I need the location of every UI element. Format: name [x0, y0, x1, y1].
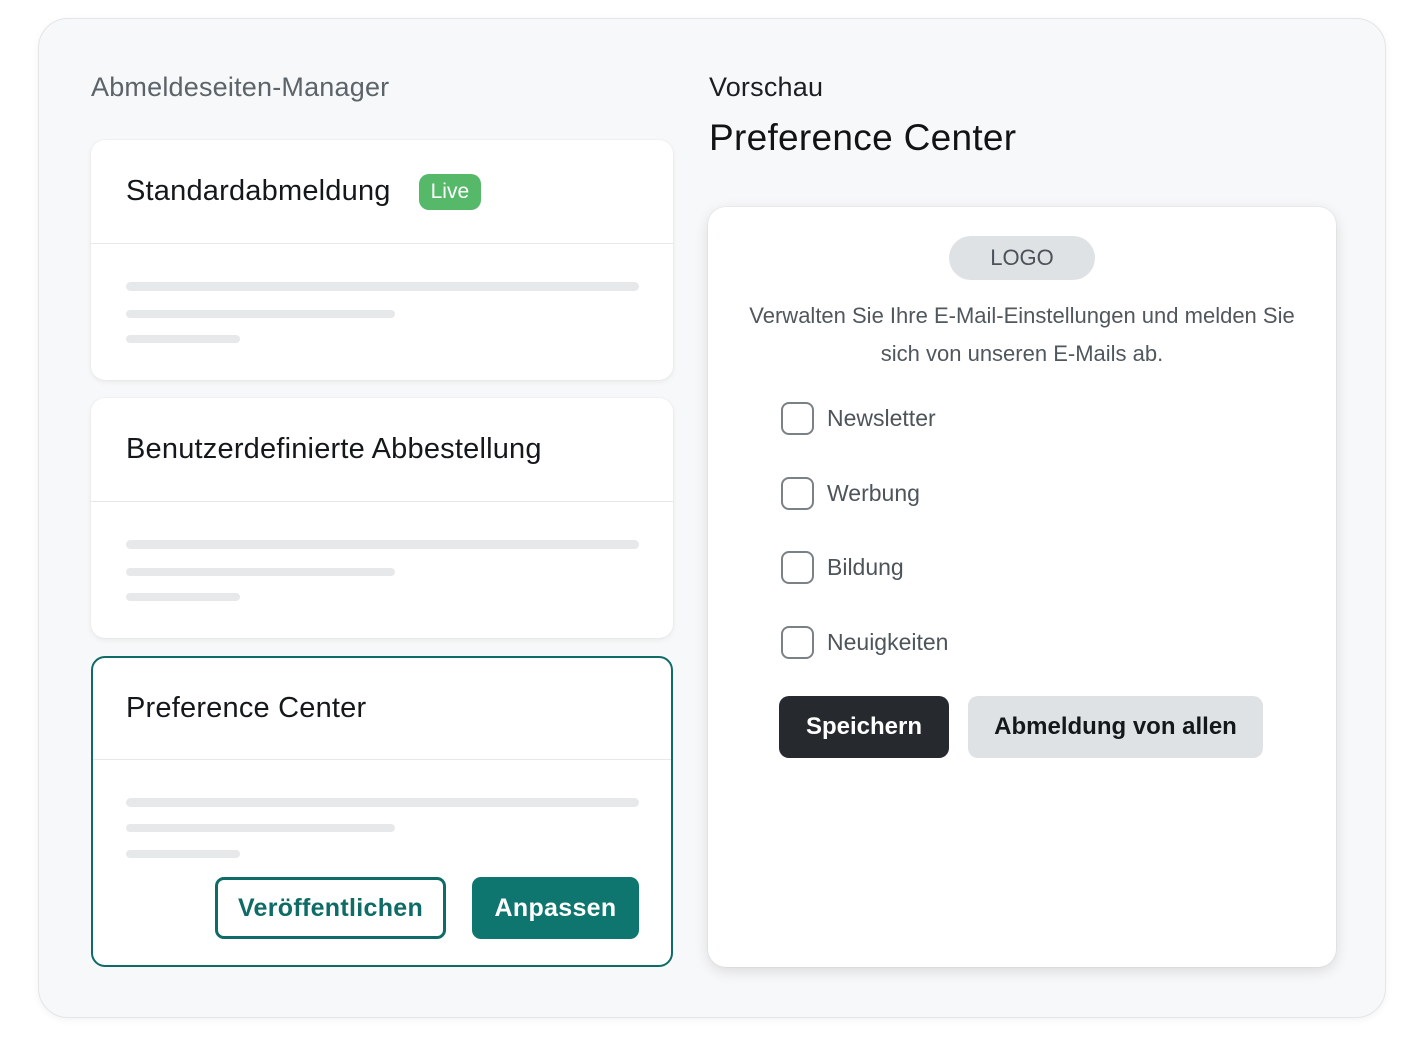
card-title: Standardabmeldung [126, 175, 391, 207]
unsubscribe-all-button[interactable]: Abmeldung von allen [968, 696, 1263, 758]
preview-title: Preference Center [709, 117, 1017, 158]
checkbox[interactable] [781, 477, 814, 510]
option-label: Newsletter [827, 405, 936, 431]
option-werbung[interactable]: Werbung [781, 477, 920, 510]
placeholder-line [126, 798, 639, 807]
card-header: Benutzerdefinierte Abbestellung [91, 398, 673, 502]
page-card-standard[interactable]: Standardabmeldung Live [91, 140, 673, 380]
publish-button[interactable]: Veröffentlichen [215, 877, 446, 939]
placeholder-line [126, 593, 240, 601]
placeholder-line [126, 824, 395, 832]
page-card-preference-center[interactable]: Preference Center Veröffentlichen Anpass… [91, 656, 673, 967]
save-button[interactable]: Speichern [779, 696, 949, 758]
placeholder-line [126, 282, 639, 291]
placeholder-line [126, 310, 395, 318]
logo-placeholder: LOGO [949, 236, 1095, 280]
placeholder-line [126, 540, 639, 549]
card-header: Standardabmeldung Live [91, 140, 673, 244]
preview-description: Verwalten Sie Ihre E-Mail-Einstellungen … [749, 303, 1295, 366]
page-card-custom[interactable]: Benutzerdefinierte Abbestellung [91, 398, 673, 638]
option-label: Neuigkeiten [827, 629, 949, 655]
app-frame: Abmeldeseiten-Manager Standardabmeldung … [38, 18, 1386, 1018]
card-title: Preference Center [126, 692, 367, 724]
option-label: Bildung [827, 554, 904, 580]
placeholder-line [126, 850, 240, 858]
preview-panel: LOGO Verwalten Sie Ihre E-Mail-Einstellu… [708, 207, 1336, 967]
customize-button[interactable]: Anpassen [472, 877, 639, 939]
placeholder-line [126, 568, 395, 576]
checkbox[interactable] [781, 551, 814, 584]
option-newsletter[interactable]: Newsletter [781, 402, 936, 435]
option-label: Werbung [827, 480, 920, 506]
placeholder-line [126, 335, 240, 343]
preview-section-label: Vorschau [709, 72, 824, 102]
card-header: Preference Center [93, 658, 671, 760]
card-title: Benutzerdefinierte Abbestellung [126, 433, 542, 465]
checkbox[interactable] [781, 626, 814, 659]
option-bildung[interactable]: Bildung [781, 551, 904, 584]
checkbox[interactable] [781, 402, 814, 435]
option-neuigkeiten[interactable]: Neuigkeiten [781, 626, 948, 659]
live-badge: Live [418, 173, 482, 210]
manager-section-label: Abmeldeseiten-Manager [91, 72, 390, 102]
